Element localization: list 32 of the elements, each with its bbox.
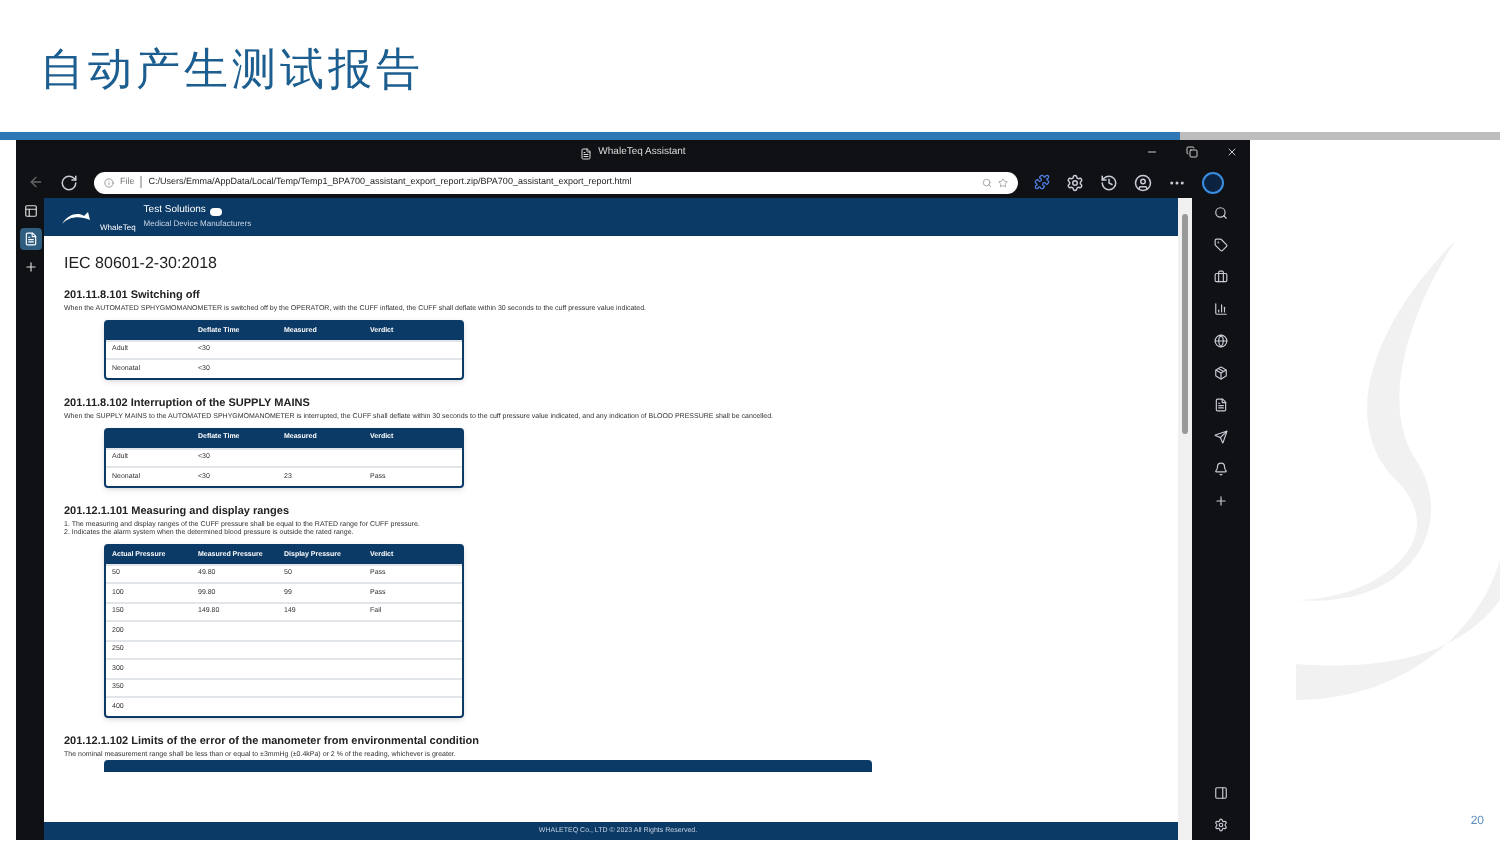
- page-icon: [580, 147, 593, 159]
- close-icon[interactable]: [1226, 146, 1238, 158]
- history-icon[interactable]: [1100, 173, 1118, 191]
- info-icon: [104, 177, 114, 187]
- briefcase-icon[interactable]: [1214, 270, 1228, 284]
- slide-title: 自动产生测试报告: [38, 42, 426, 98]
- extension-icon[interactable]: [1034, 174, 1050, 190]
- tabs-icon[interactable]: [23, 204, 37, 218]
- page-tab[interactable]: [19, 228, 41, 250]
- scrollbar[interactable]: [1178, 198, 1192, 840]
- minimize-icon[interactable]: [1146, 146, 1158, 158]
- profile-icon[interactable]: [1134, 173, 1152, 191]
- restore-icon[interactable]: [1186, 146, 1198, 158]
- search-icon[interactable]: [1214, 206, 1228, 220]
- gear-icon[interactable]: [1066, 173, 1084, 191]
- refresh-icon[interactable]: [60, 173, 78, 191]
- globe-icon[interactable]: [1214, 334, 1228, 348]
- whale-logo-icon: [60, 207, 92, 227]
- bell-icon[interactable]: [1214, 462, 1228, 476]
- badge-icon: [209, 207, 222, 215]
- send-icon[interactable]: [1214, 430, 1228, 444]
- sidebar-icon[interactable]: [1214, 786, 1228, 800]
- tag-icon[interactable]: [1214, 238, 1228, 252]
- add-icon[interactable]: [23, 260, 37, 274]
- package-icon[interactable]: [1214, 366, 1228, 380]
- add-icon[interactable]: [1214, 494, 1228, 508]
- page-icon: [23, 232, 37, 246]
- document-icon[interactable]: [1214, 398, 1228, 412]
- standard-title: IEC 80601-2-30:2018: [64, 252, 219, 276]
- back-icon[interactable]: [28, 174, 44, 190]
- chart-icon[interactable]: [1214, 302, 1228, 316]
- settings-icon[interactable]: [1214, 818, 1228, 832]
